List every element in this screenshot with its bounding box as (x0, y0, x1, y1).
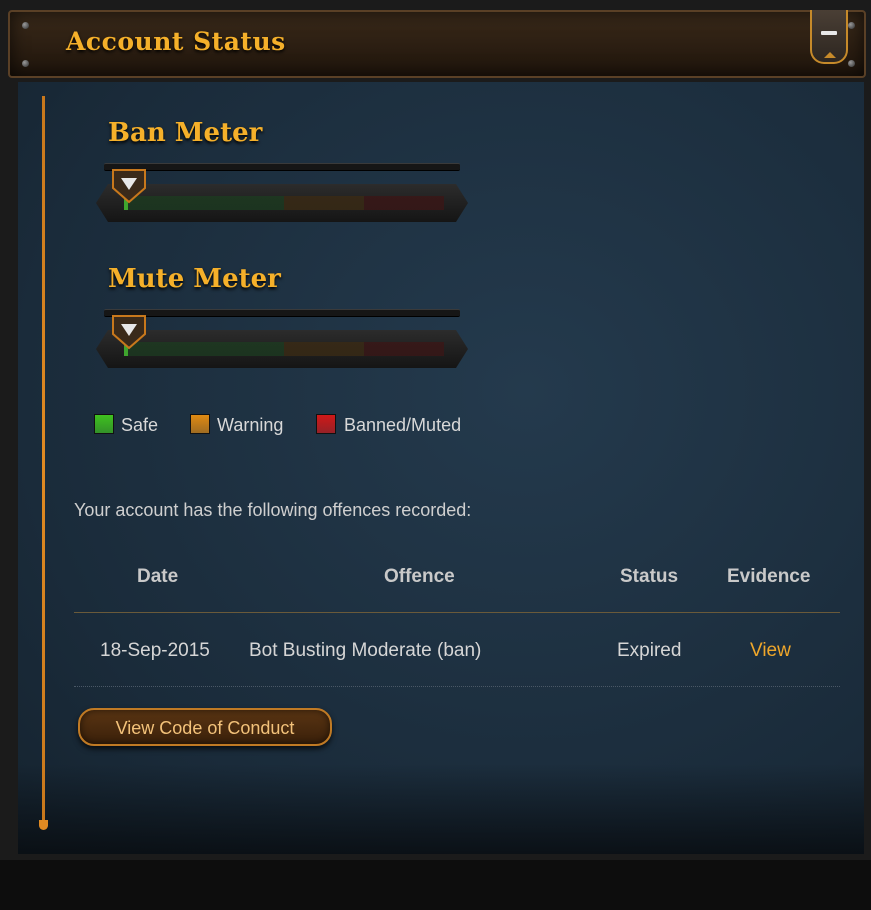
legend-label: Warning (217, 415, 284, 435)
banned-swatch-icon (316, 414, 336, 434)
panel-side-line-tip (39, 820, 48, 830)
column-header-offence: Offence (384, 566, 455, 587)
offence-date: 18-Sep-2015 (100, 640, 210, 661)
ban-meter-title: Ban Meter (108, 118, 263, 148)
legend-label: Banned/Muted (344, 415, 462, 435)
legend-label: Safe (121, 415, 159, 435)
column-header-evidence: Evidence (727, 566, 811, 587)
panel-header: Account Status (8, 10, 866, 78)
warning-swatch-icon (190, 414, 210, 434)
mute-meter-title: Mute Meter (108, 264, 281, 294)
rivet (22, 22, 29, 29)
ban-meter-rail (104, 163, 460, 171)
offence-name: Bot Busting Moderate (ban) (249, 640, 482, 661)
offences-intro: Your account has the following offences … (74, 500, 472, 520)
panel-title: Account Status (66, 27, 286, 56)
table-header-divider (74, 612, 840, 613)
rivet (22, 60, 29, 67)
account-status-panel: Account Status Ban Meter Mute Meter Safe… (0, 0, 871, 860)
table-row-divider (74, 686, 840, 687)
ban-meter-track (124, 196, 444, 210)
panel-side-line (42, 96, 45, 824)
collapse-button-tip (824, 52, 836, 58)
collapse-button[interactable] (810, 10, 848, 64)
rivet (848, 60, 855, 67)
minus-icon (821, 31, 837, 35)
safe-swatch-icon (94, 414, 114, 434)
rivet (848, 22, 855, 29)
ban-meter-marker-icon (112, 169, 146, 204)
view-code-of-conduct-button[interactable]: View Code of Conduct (78, 708, 332, 746)
mute-meter-marker-icon (112, 315, 146, 350)
mute-meter-rail (104, 309, 460, 317)
view-code-of-conduct-label: View Code of Conduct (115, 718, 295, 738)
column-header-status: Status (620, 566, 679, 587)
offence-status: Expired (617, 640, 682, 661)
view-evidence-link[interactable]: View (750, 640, 791, 662)
mute-meter-track (124, 342, 444, 356)
column-header-date: Date (137, 566, 179, 587)
